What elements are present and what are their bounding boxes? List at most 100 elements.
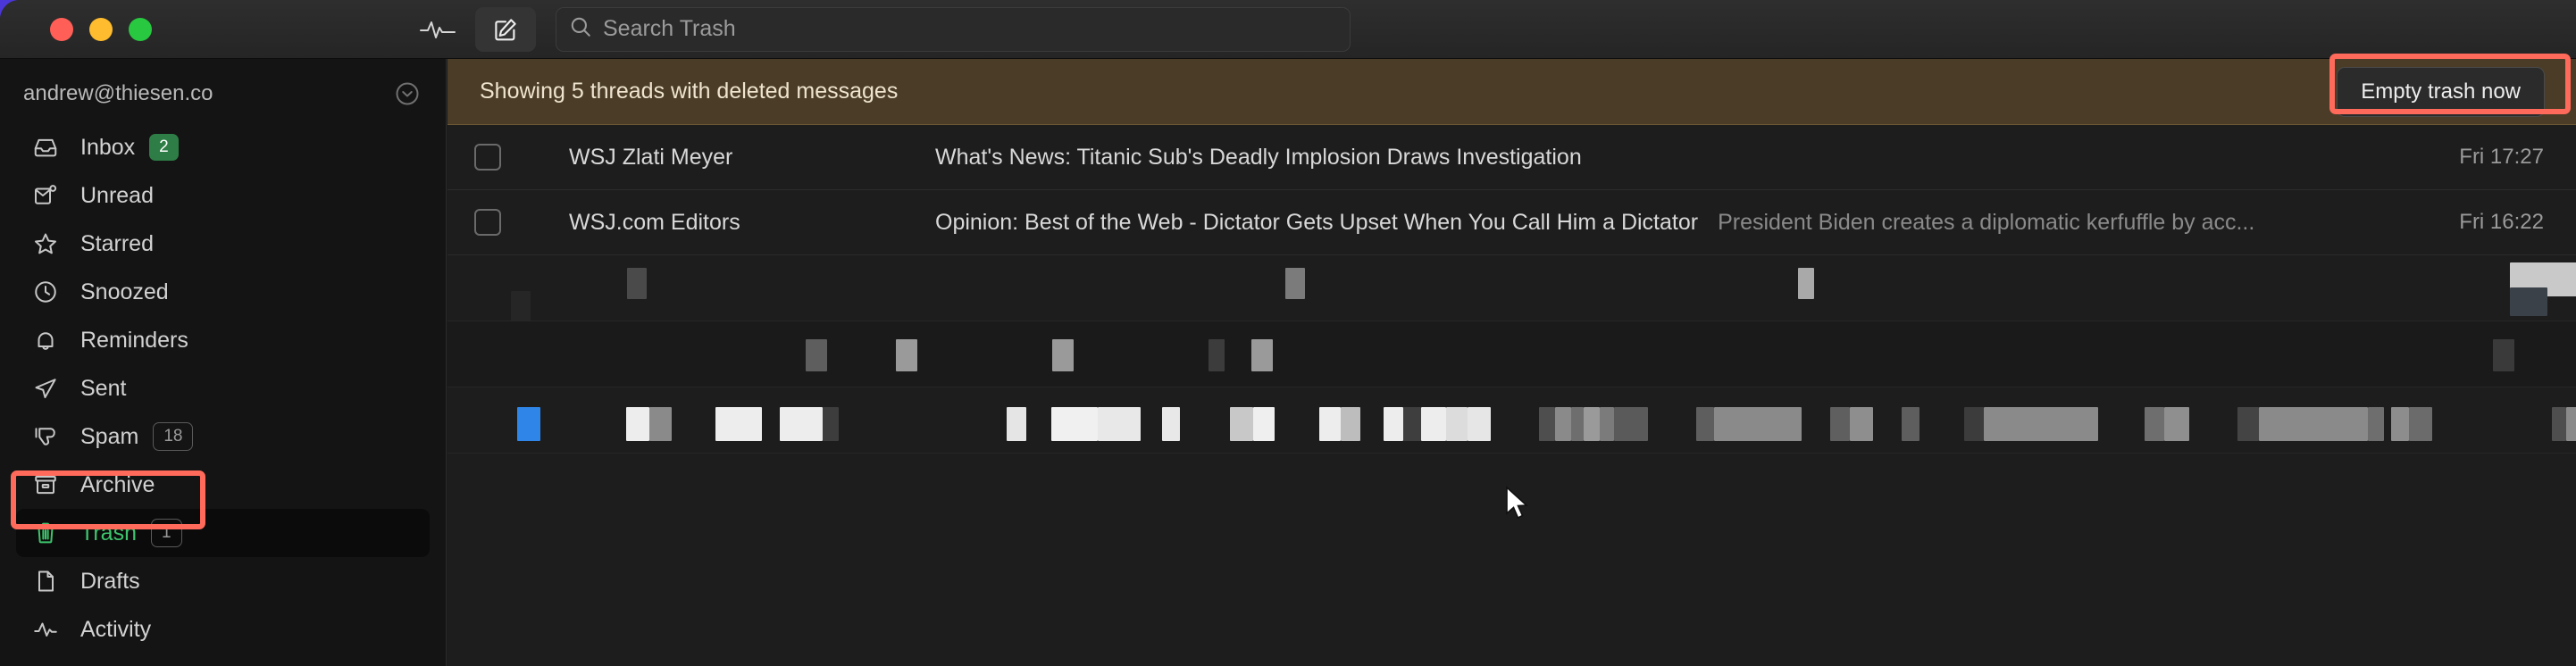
- compose-icon[interactable]: [475, 6, 536, 52]
- table-row[interactable]: WSJ.com Editors Opinion: Best of the Web…: [447, 190, 2576, 255]
- redacted-block: [2368, 407, 2384, 441]
- redacted-block: [1253, 407, 1275, 441]
- search-icon: [569, 15, 592, 43]
- sidebar-item-label: Sent: [80, 375, 127, 401]
- sidebar-item-activity[interactable]: Activity: [16, 605, 430, 654]
- redacted-block: [627, 268, 647, 299]
- sidebar-item-badge: 2: [149, 134, 179, 161]
- redacted-block: [1230, 407, 1253, 441]
- redacted-block: [1319, 407, 1341, 441]
- table-row[interactable]: [447, 321, 2576, 387]
- redacted-block: [1555, 407, 1571, 441]
- sidebar-item-label: Drafts: [80, 568, 140, 594]
- redacted-block: [2510, 287, 2547, 316]
- sidebar-item-snoozed[interactable]: Snoozed: [16, 268, 430, 316]
- sidebar-item-label: Starred: [80, 230, 154, 256]
- redacted-block: [2493, 339, 2514, 371]
- redacted-block: [1403, 407, 1421, 441]
- sidebar-item-label: Unread: [80, 182, 154, 208]
- search-input[interactable]: [603, 16, 1337, 42]
- traffic-lights: [50, 17, 152, 41]
- sidebar-item-sent[interactable]: Sent: [16, 364, 430, 412]
- star-icon: [32, 230, 68, 257]
- row-subject: What's News: Titanic Sub's Deadly Implos…: [935, 144, 1582, 170]
- redacted-block: [1384, 407, 1403, 441]
- account-switcher[interactable]: andrew@thiesen.co: [0, 70, 446, 118]
- sidebar-item-spam[interactable]: Spam 18: [16, 412, 430, 461]
- redacted-block: [1098, 407, 1141, 441]
- sidebar-item-label: Spam: [80, 423, 139, 449]
- sidebar-item-badge: 18: [153, 422, 194, 451]
- sidebar-item-label: Reminders: [80, 327, 188, 353]
- redacted-block: [2409, 407, 2432, 441]
- close-window-button[interactable]: [50, 17, 73, 41]
- sidebar-item-drafts[interactable]: Drafts: [16, 557, 430, 605]
- mail-app-window: andrew@thiesen.co Inbox 2: [0, 0, 2576, 666]
- redacted-block: [1600, 407, 1614, 441]
- account-email: andrew@thiesen.co: [23, 81, 213, 105]
- row-sender: WSJ Zlati Meyer: [569, 144, 733, 170]
- redacted-block: [1902, 407, 1919, 441]
- archive-box-icon: [32, 471, 68, 498]
- redacted-block: [2552, 407, 2566, 441]
- paper-plane-icon: [32, 375, 68, 402]
- empty-trash-now-button[interactable]: Empty trash now: [2337, 66, 2545, 117]
- trash-banner: Showing 5 threads with deleted messages …: [447, 59, 2576, 125]
- chevron-down-circle-icon[interactable]: [394, 80, 421, 107]
- table-row[interactable]: [447, 255, 2576, 321]
- redacted-block: [1850, 407, 1873, 441]
- redacted-block: [1341, 407, 1360, 441]
- sidebar-item-trash[interactable]: Trash 1: [16, 509, 430, 557]
- redacted-block: [517, 407, 540, 441]
- redacted-block: [806, 339, 827, 371]
- minimize-window-button[interactable]: [89, 17, 113, 41]
- sidebar-nav: Inbox 2 Unread Starred Snoozed Reminders…: [0, 123, 446, 654]
- sidebar-item-inbox[interactable]: Inbox 2: [16, 123, 430, 171]
- sidebar-item-unread[interactable]: Unread: [16, 171, 430, 220]
- clock-icon: [32, 279, 68, 305]
- redacted-block: [1007, 407, 1026, 441]
- row-checkbox[interactable]: [474, 209, 501, 236]
- unread-mail-icon: [32, 182, 68, 209]
- redacted-block: [1614, 407, 1648, 441]
- sidebar-item-starred[interactable]: Starred: [16, 220, 430, 268]
- row-timestamp: Fri 17:27: [2459, 145, 2544, 169]
- redacted-block: [1714, 407, 1802, 441]
- activity-pulse-icon: [32, 616, 68, 643]
- message-list-pane: Showing 5 threads with deleted messages …: [447, 59, 2576, 666]
- window-titlebar: [0, 0, 2576, 59]
- table-row[interactable]: [447, 387, 2576, 454]
- search-bar[interactable]: [556, 6, 1351, 52]
- redacted-block: [2145, 407, 2164, 441]
- bell-icon: [32, 327, 68, 354]
- sidebar-item-label: Trash: [80, 520, 137, 545]
- redacted-block: [1446, 407, 1468, 441]
- redacted-block: [1571, 407, 1584, 441]
- sidebar-item-label: Snoozed: [80, 279, 169, 304]
- redacted-block: [1209, 339, 1225, 371]
- redacted-block: [1468, 407, 1491, 441]
- redacted-block: [1798, 268, 1814, 299]
- redacted-block: [2237, 407, 2259, 441]
- redacted-block: [896, 339, 917, 371]
- redacted-block: [2164, 407, 2189, 441]
- sidebar-item-label: Activity: [80, 616, 152, 642]
- sidebar-item-reminders[interactable]: Reminders: [16, 316, 430, 364]
- redacted-block: [1539, 407, 1555, 441]
- sidebar-item-archive[interactable]: Archive: [16, 461, 430, 509]
- redacted-block: [2391, 407, 2409, 441]
- toolbar-actions: [407, 6, 1351, 52]
- redacted-block: [1051, 407, 1098, 441]
- redacted-block: [715, 407, 762, 441]
- redacted-block: [649, 407, 672, 441]
- activity-pulse-icon[interactable]: [407, 7, 468, 52]
- row-checkbox[interactable]: [474, 144, 501, 171]
- redacted-block: [1162, 407, 1180, 441]
- thumbs-down-icon: [32, 423, 68, 450]
- redacted-block: [1421, 407, 1446, 441]
- redacted-block: [1696, 407, 1714, 441]
- sidebar-item-badge: 1: [150, 519, 182, 547]
- maximize-window-button[interactable]: [129, 17, 152, 41]
- redacted-block: [1964, 407, 1984, 441]
- table-row[interactable]: WSJ Zlati Meyer What's News: Titanic Sub…: [447, 125, 2576, 190]
